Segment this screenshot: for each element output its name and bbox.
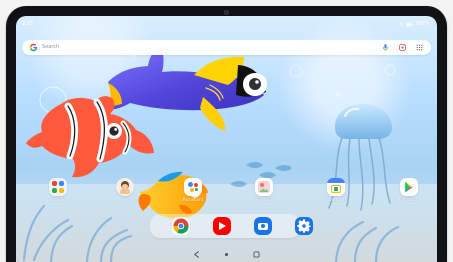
- front-camera-icon: [224, 10, 229, 15]
- play-store-icon: [400, 178, 418, 196]
- avatar-icon: [116, 178, 134, 196]
- app-avery[interactable]: Avery: [108, 178, 142, 204]
- battery-level: 100%: [414, 21, 429, 27]
- app-google-folder[interactable]: Google: [41, 178, 75, 204]
- status-bar: 2:15 100%: [16, 18, 437, 30]
- google-icon: [29, 43, 38, 52]
- wifi-icon: [399, 22, 404, 26]
- search-placeholder: Search: [42, 44, 60, 50]
- back-icon[interactable]: [192, 250, 201, 259]
- app-assistant[interactable]: Assistant: [176, 178, 210, 204]
- tablet-device: 2:15 100% Search Google Avery Assistant …: [0, 0, 453, 262]
- navigation-bar: [16, 246, 437, 262]
- dock: [150, 214, 313, 238]
- settings-icon[interactable]: [295, 217, 313, 235]
- lens-icon[interactable]: [398, 43, 407, 52]
- app-play-store[interactable]: Play Store: [392, 178, 426, 204]
- recents-icon[interactable]: [252, 250, 261, 259]
- assistant-icon: [184, 178, 202, 196]
- camera-icon[interactable]: [254, 217, 272, 235]
- home-screen: 2:15 100% Search Google Avery Assistant …: [16, 16, 437, 262]
- home-icon[interactable]: [222, 250, 231, 259]
- apps-icon[interactable]: [415, 43, 424, 52]
- mic-icon[interactable]: [381, 43, 390, 52]
- app-galaxy[interactable]: Galaxy: [247, 178, 281, 204]
- app-label-assistant: Assistant: [182, 198, 204, 203]
- battery-icon: [405, 21, 413, 27]
- search-actions: [381, 43, 424, 52]
- status-time: 2:15: [22, 21, 34, 27]
- google-search-bar[interactable]: Search: [22, 40, 431, 55]
- app-label-google: Google: [49, 198, 67, 203]
- app-label-play-store: Play Store: [397, 198, 421, 203]
- app-label-galaxy: Galaxy: [256, 198, 272, 203]
- status-indicators: 100%: [399, 18, 429, 30]
- app-label-avery: Avery: [118, 198, 132, 203]
- google-folder-icon: [49, 178, 67, 196]
- chrome-icon[interactable]: [172, 217, 190, 235]
- youtube-icon[interactable]: [213, 217, 231, 235]
- app-label-calendar: Calendar: [325, 198, 347, 203]
- calendar-icon: [327, 178, 345, 196]
- app-calendar[interactable]: Calendar: [319, 178, 353, 204]
- gallery-icon: [255, 178, 273, 196]
